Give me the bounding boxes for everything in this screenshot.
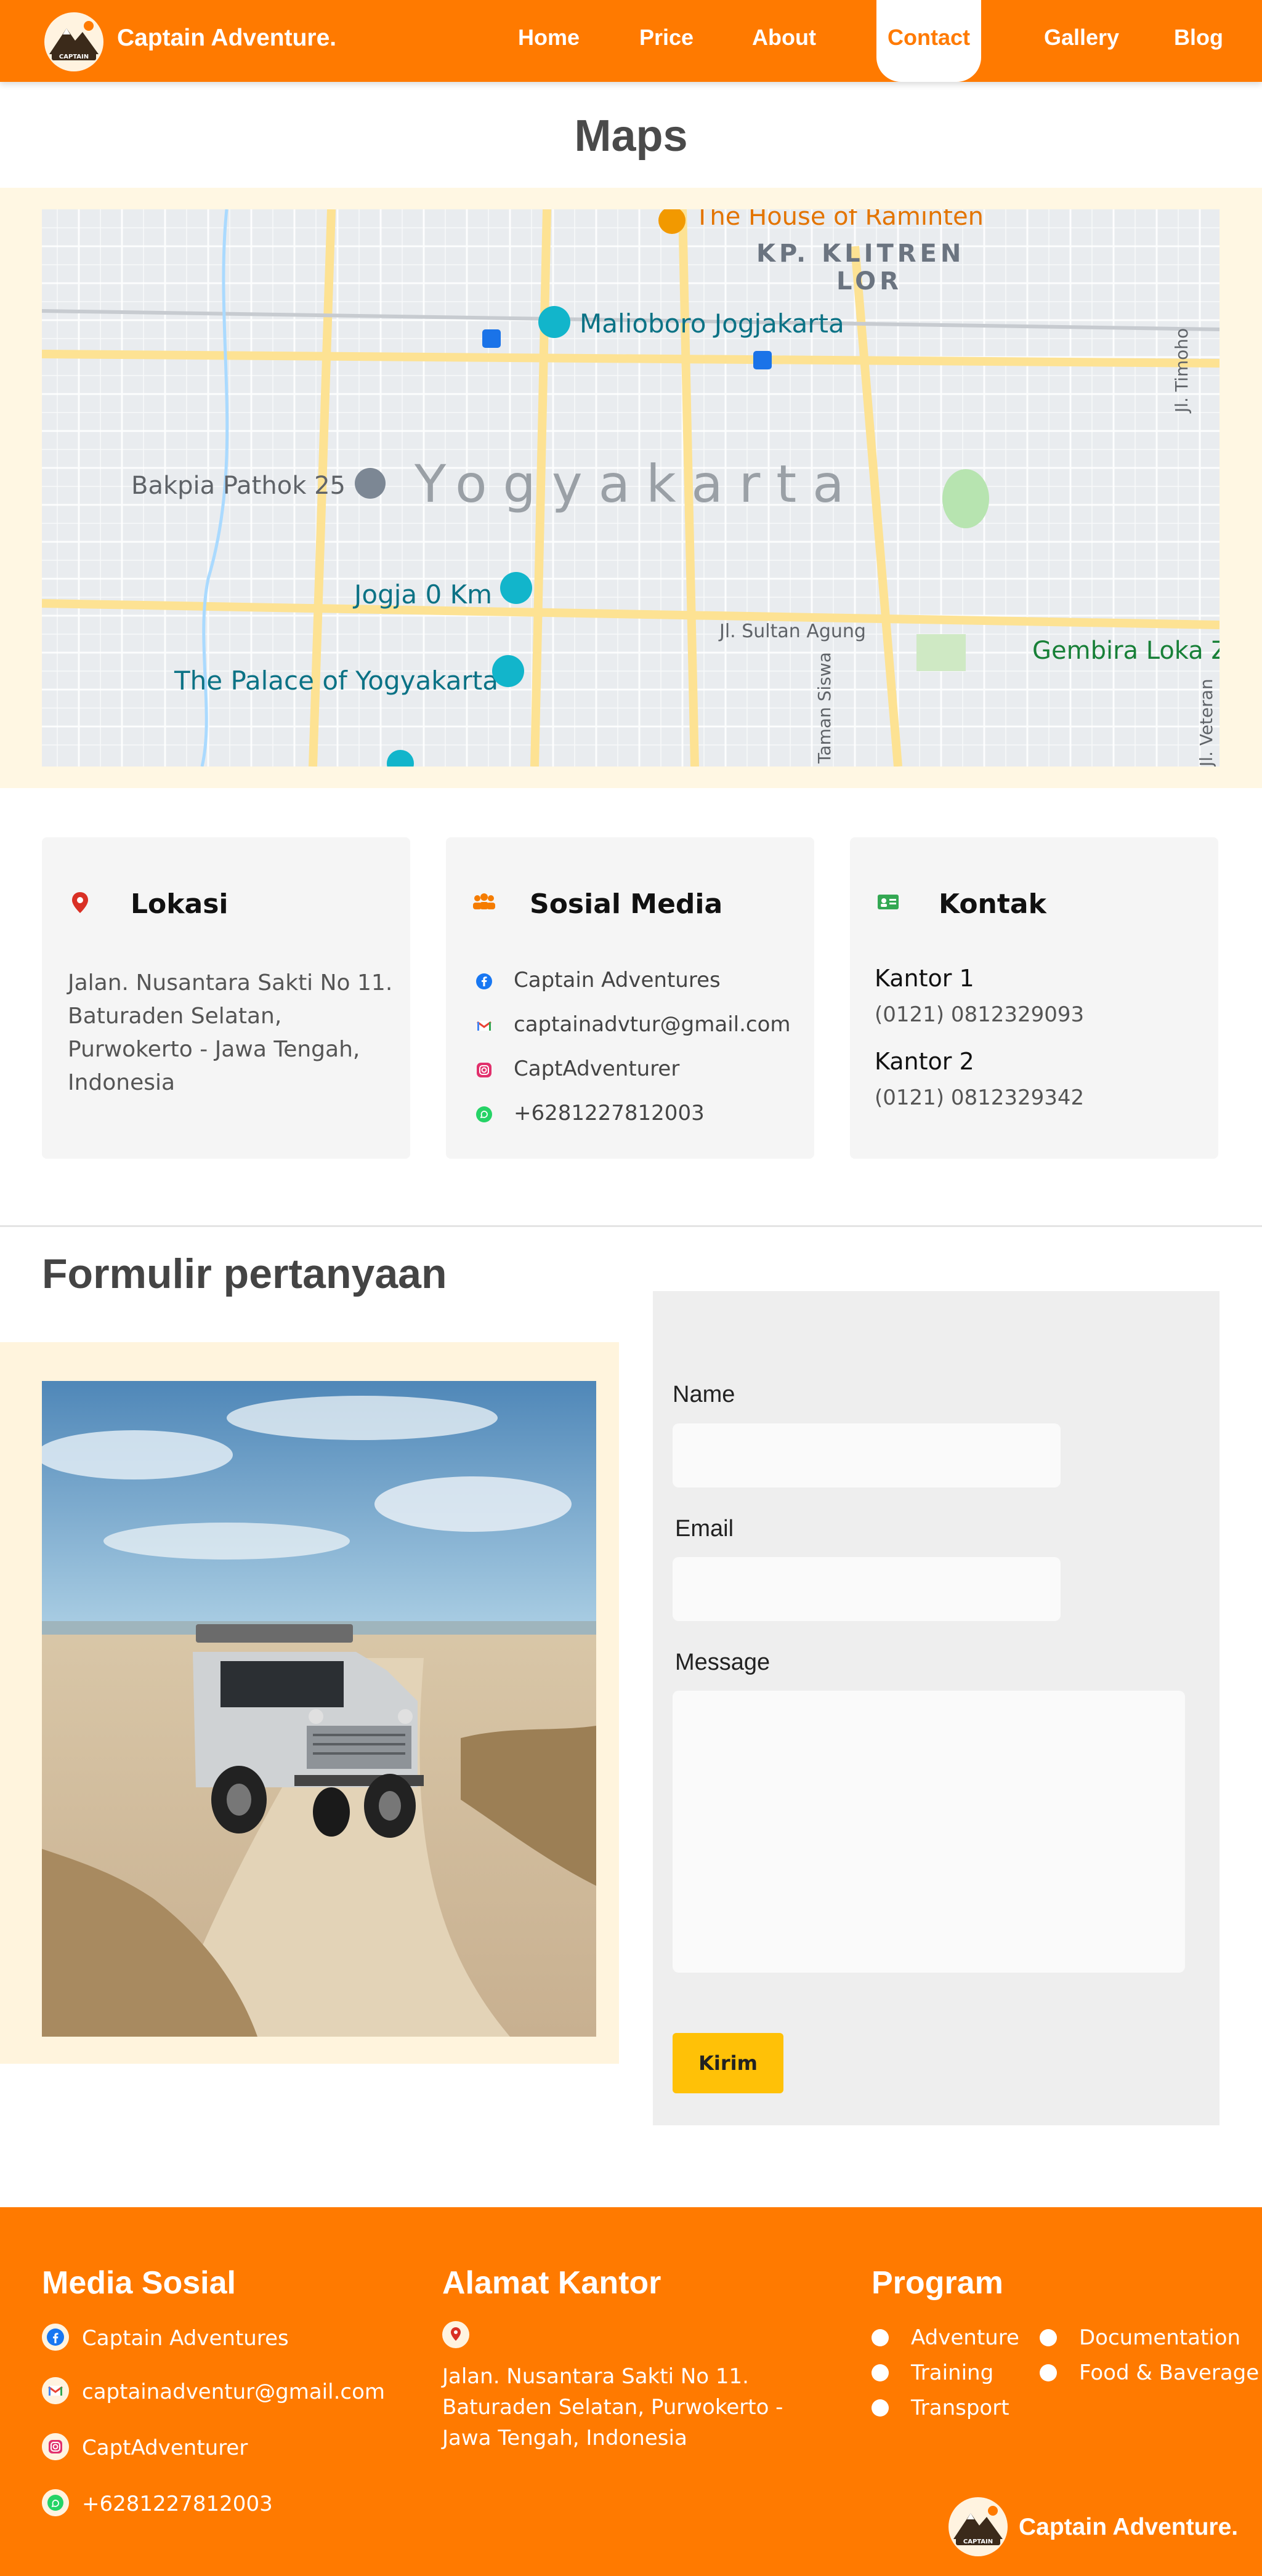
map-embed[interactable]: The House of Raminten KP. KLITREN LOR Ma… (42, 209, 1220, 767)
sosial-facebook-text: Captain Adventures (514, 968, 721, 992)
group-icon (473, 893, 495, 909)
footer-gmail-text: captainadventur@gmail.com (82, 2380, 385, 2404)
map-label-gembira: Gembira Loka Z (1032, 637, 1220, 665)
map-label-sultan: Jl. Sultan Agung (718, 621, 866, 642)
kantor1-phone[interactable]: (0121) 0812329093 (875, 1002, 1084, 1027)
footer-facebook-text: Captain Adventures (82, 2326, 289, 2351)
section-divider (0, 1225, 1262, 1227)
location-pin-icon (442, 2321, 469, 2348)
contact-card-icon (878, 895, 899, 909)
nav-contact[interactable]: Contact (876, 0, 981, 82)
message-textarea[interactable] (673, 1691, 1185, 1973)
map-label-bakpia: Bakpia Pathok 25 (131, 472, 346, 500)
card-kontak-title: Kontak (939, 888, 1046, 920)
bullet-icon (1040, 2364, 1057, 2381)
message-label: Message (675, 1649, 771, 1675)
lokasi-address: Jalan. Nusantara Sakti No 11. Baturaden … (68, 970, 393, 1095)
map-label-city: Yogyakarta (414, 454, 860, 514)
program-label: Transport (911, 2396, 1009, 2420)
nav-home[interactable]: Home (518, 25, 580, 50)
footer-address: Jalan. Nusantara Sakti No 11. Baturaden … (442, 2364, 783, 2450)
footer-logo[interactable]: CAPTAIN (947, 2496, 1009, 2558)
instagram-icon (477, 1063, 491, 1077)
map-label-district: KP. KLITREN (756, 239, 965, 268)
footer-alamat-title: Alamat Kantor (442, 2265, 661, 2301)
nav-gallery[interactable]: Gallery (1044, 25, 1119, 50)
sosial-instagram-text: CaptAdventurer (514, 1057, 680, 1081)
facebook-icon (42, 2324, 69, 2351)
bullet-icon (872, 2329, 889, 2346)
nav-blog[interactable]: Blog (1174, 25, 1223, 50)
bullet-icon (872, 2364, 889, 2381)
footer-logo-text: CAPTAIN (963, 2538, 993, 2545)
email-input[interactable] (673, 1557, 1061, 1621)
footer-whatsapp-text: +6281227812003 (82, 2492, 273, 2516)
facebook-icon (476, 973, 492, 989)
map-label-district2: LOR (836, 267, 902, 296)
instagram-icon (42, 2433, 69, 2460)
map-label-taman: Taman Siswa (814, 652, 835, 764)
logo[interactable]: CAPTAIN (43, 11, 105, 73)
bullet-icon (872, 2399, 889, 2417)
gmail-icon (42, 2377, 69, 2404)
map-label-malioboro: Malioboro Jogjakarta (580, 308, 844, 339)
kantor2-label: Kantor 2 (875, 1048, 974, 1075)
map-label-raminten: The House of Raminten (694, 209, 984, 231)
footer-program-title: Program (872, 2265, 1003, 2301)
map-label-veteran: Jl. Veteran (1196, 678, 1216, 767)
navbar: CAPTAIN Captain Adventure. Home Price Ab… (0, 0, 1262, 82)
submit-button[interactable]: Kirim (673, 2033, 783, 2093)
program-label: Adventure (911, 2325, 1019, 2350)
program-label: Food & Baverage (1079, 2361, 1260, 2385)
logo-text: CAPTAIN (59, 54, 89, 60)
card-kontak: Kontak Kantor 1 (0121) 0812329093 Kantor… (850, 837, 1218, 1159)
name-input[interactable] (673, 1423, 1061, 1487)
whatsapp-icon (476, 1106, 492, 1122)
map-label-jogja0: Jogja 0 Km (352, 579, 492, 610)
program-label: Training (911, 2361, 994, 2385)
form-title: Formulir pertanyaan (42, 1250, 447, 1297)
maps-title: Maps (574, 111, 688, 161)
footer-media-title: Media Sosial (42, 2265, 236, 2301)
sosial-whatsapp-text: +6281227812003 (514, 1101, 705, 1125)
map-label-palace: The Palace of Yogyakarta (174, 666, 498, 696)
brand-name[interactable]: Captain Adventure. (117, 25, 336, 52)
map-label-timoho: Jl. Timoho (1171, 328, 1192, 414)
footer-brand[interactable]: Captain Adventure. (1019, 2514, 1238, 2541)
kantor2-phone[interactable]: (0121) 0812329342 (875, 1085, 1084, 1110)
card-sosial-media: Sosial Media Captain Adventures captaina… (446, 837, 814, 1159)
sosial-gmail-text: captainadvtur@gmail.com (514, 1012, 791, 1037)
email-label: Email (675, 1516, 734, 1542)
gmail-icon (477, 1021, 491, 1031)
nav-price[interactable]: Price (639, 25, 694, 50)
location-pin-icon (72, 892, 88, 913)
card-lokasi-title: Lokasi (131, 888, 229, 920)
program-label: Documentation (1079, 2325, 1241, 2350)
kantor1-label: Kantor 1 (875, 965, 974, 992)
bullet-icon (1040, 2329, 1057, 2346)
nav-about[interactable]: About (752, 25, 816, 50)
card-lokasi: Lokasi Jalan. Nusantara Sakti No 11. Bat… (42, 837, 410, 1159)
whatsapp-icon (42, 2489, 69, 2516)
name-label: Name (673, 1382, 735, 1407)
jeep-photo (42, 1381, 596, 2037)
footer-instagram-text: CaptAdventurer (82, 2436, 248, 2460)
nav-contact-label: Contact (888, 25, 970, 50)
card-sosial-title: Sosial Media (530, 888, 723, 920)
